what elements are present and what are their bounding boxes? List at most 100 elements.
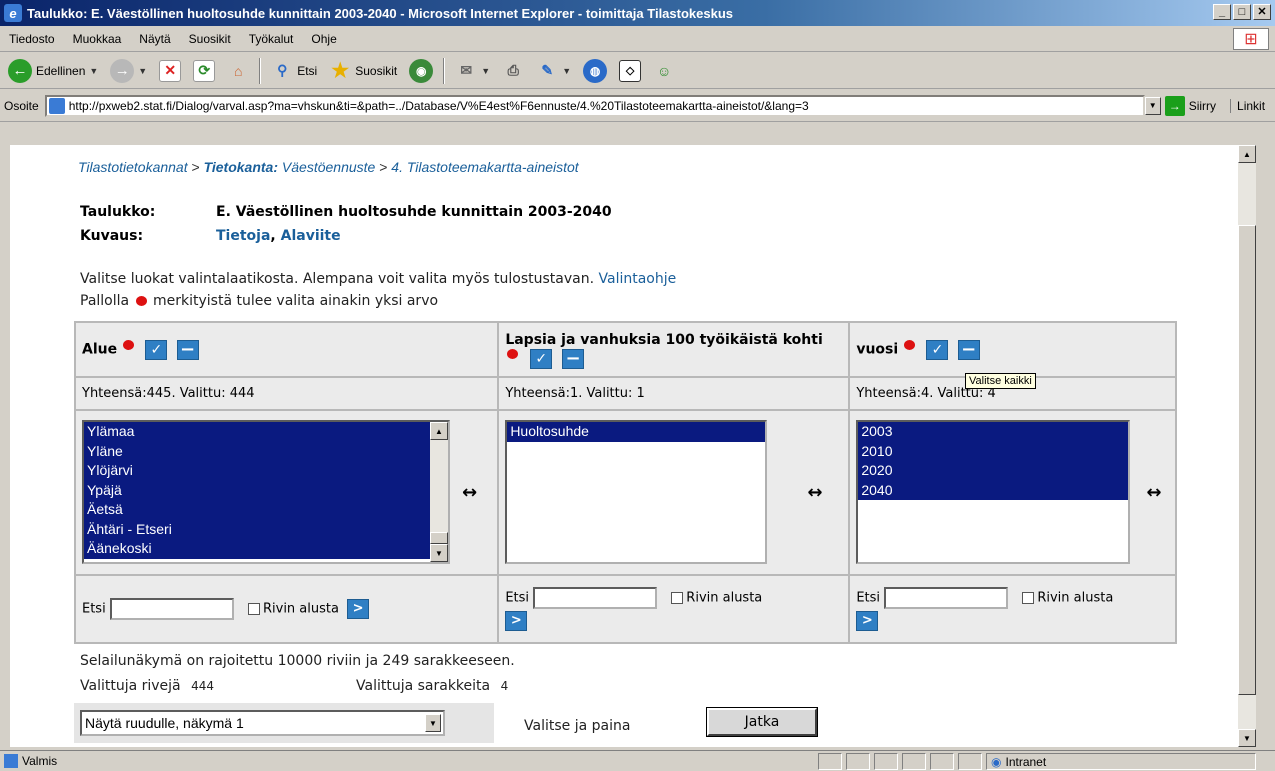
back-label: Edellinen bbox=[36, 63, 86, 78]
menu-edit[interactable]: Muokkaa bbox=[64, 32, 131, 46]
discuss-button[interactable]: ◍ bbox=[577, 55, 613, 87]
deselect-all-button[interactable]: − bbox=[957, 339, 980, 360]
huoltosuhde-listbox[interactable]: Huoltosuhde bbox=[505, 420, 768, 565]
output-select[interactable]: Näytä ruudulle, näkymä 1 ▼ bbox=[80, 710, 445, 736]
research-button[interactable]: ◇ bbox=[613, 55, 647, 87]
search-label: Etsi bbox=[297, 63, 318, 78]
search-cell: Etsi Rivin alusta > bbox=[73, 573, 500, 645]
row-start-checkbox[interactable] bbox=[247, 602, 260, 615]
list-item[interactable]: Yläne bbox=[84, 441, 430, 462]
mail-button[interactable]: ✉ ▼ bbox=[449, 55, 496, 87]
search-button[interactable]: ⚲ Etsi bbox=[265, 55, 323, 87]
deselect-all-button[interactable]: − bbox=[176, 339, 199, 360]
info-link[interactable]: Tietoja bbox=[216, 228, 270, 244]
row-start-checkbox[interactable] bbox=[1022, 591, 1035, 604]
vuosi-listbox[interactable]: 2003 2010 2020 2040 bbox=[856, 420, 1131, 565]
row-start-checkbox[interactable] bbox=[671, 591, 684, 604]
back-button[interactable]: ← Edellinen ▼ bbox=[2, 55, 104, 87]
cols-value: 4 bbox=[500, 679, 509, 693]
breadcrumb-database-link[interactable]: Väestöennuste bbox=[278, 159, 375, 175]
continue-button[interactable]: Jatka bbox=[707, 708, 817, 736]
list-item[interactable]: Ylämaa bbox=[84, 422, 430, 442]
standard-toolbar: ← Edellinen ▼ → ▼ ✕ ⟳ ⌂ ⚲ Etsi ★ Suosiki… bbox=[0, 53, 1275, 89]
select-all-button[interactable]: ✓ bbox=[926, 339, 949, 360]
stop-button[interactable]: ✕ bbox=[153, 55, 187, 87]
maximize-button[interactable]: □ bbox=[1233, 4, 1251, 20]
list-item[interactable]: Ylöjärvi bbox=[84, 461, 430, 481]
edit-button[interactable]: ✎ ▼ bbox=[530, 55, 577, 87]
list-item[interactable]: 2020 bbox=[858, 461, 1129, 481]
listbox-scrollbar[interactable]: ▲ ▼ bbox=[430, 422, 448, 563]
deselect-all-button[interactable]: − bbox=[562, 348, 585, 369]
search-cell: Etsi Rivin alusta > bbox=[497, 573, 851, 645]
menu-help[interactable]: Ohje bbox=[302, 32, 345, 46]
forward-button[interactable]: → ▼ bbox=[104, 55, 153, 87]
media-button[interactable]: ◉ bbox=[403, 55, 439, 87]
page-icon bbox=[48, 97, 65, 114]
breadcrumb-database-label[interactable]: Tietokanta: bbox=[204, 159, 278, 175]
resize-arrows-icon[interactable]: ↔ bbox=[807, 482, 822, 503]
close-button[interactable]: ✕ bbox=[1253, 4, 1271, 20]
search-go-button[interactable]: > bbox=[347, 598, 370, 619]
required-dot-icon bbox=[123, 339, 135, 350]
scroll-up-icon[interactable]: ▲ bbox=[1238, 145, 1256, 163]
refresh-button[interactable]: ⟳ bbox=[187, 55, 221, 87]
research-icon: ◇ bbox=[619, 59, 642, 82]
messenger-button[interactable]: ☺ bbox=[647, 55, 681, 87]
footnote-link[interactable]: Alaviite bbox=[281, 228, 341, 244]
go-label: Siirry bbox=[1188, 98, 1217, 113]
menu-view[interactable]: Näytä bbox=[130, 32, 179, 46]
table-title-row: Taulukko: E. Väestöllinen huoltosuhde ku… bbox=[80, 204, 612, 220]
list-item[interactable]: Ähtäri - Etseri bbox=[84, 519, 430, 540]
scroll-down-icon[interactable]: ▼ bbox=[430, 544, 448, 563]
list-item[interactable]: Äetsä bbox=[84, 500, 430, 520]
mail-dropdown-icon[interactable]: ▼ bbox=[481, 66, 490, 76]
continue-prompt: Valitse ja paina bbox=[524, 718, 631, 734]
forward-dropdown-icon[interactable]: ▼ bbox=[138, 66, 147, 76]
resize-arrows-icon[interactable]: ↔ bbox=[1146, 482, 1161, 503]
scroll-thumb[interactable] bbox=[1238, 225, 1256, 695]
search-input[interactable] bbox=[533, 586, 658, 609]
select-all-button[interactable]: ✓ bbox=[530, 348, 553, 369]
list-item[interactable]: 2003 bbox=[858, 422, 1129, 442]
chevron-down-icon[interactable]: ▼ bbox=[425, 714, 441, 732]
breadcrumb-databases-link[interactable]: Tilastotietokannat bbox=[78, 159, 188, 175]
scroll-thumb[interactable] bbox=[430, 532, 448, 545]
toolbar-separator bbox=[443, 57, 446, 84]
home-button[interactable]: ⌂ bbox=[221, 55, 255, 87]
menu-tools[interactable]: Työkalut bbox=[240, 32, 303, 46]
select-all-button[interactable]: ✓ bbox=[145, 339, 168, 360]
alue-listbox[interactable]: Ylämaa Yläne Ylöjärvi Ypäjä Äetsä Ähtäri… bbox=[82, 420, 450, 565]
window-titlebar: e Taulukko: E. Väestöllinen huoltosuhde … bbox=[0, 0, 1275, 26]
minimize-button[interactable]: _ bbox=[1213, 4, 1231, 20]
links-button[interactable]: Linkit bbox=[1230, 98, 1265, 113]
tooltip: Valitse kaikki bbox=[965, 373, 1036, 389]
menu-file[interactable]: Tiedosto bbox=[0, 32, 64, 46]
scroll-up-icon[interactable]: ▲ bbox=[430, 422, 448, 441]
list-item[interactable]: Ypäjä bbox=[84, 480, 430, 501]
list-item[interactable]: 2010 bbox=[858, 441, 1129, 462]
search-go-button[interactable]: > bbox=[505, 610, 528, 631]
list-item[interactable]: 2040 bbox=[858, 480, 1129, 501]
refresh-icon: ⟳ bbox=[193, 59, 216, 82]
print-button[interactable]: ⎙ bbox=[496, 55, 530, 87]
scroll-down-icon[interactable]: ▼ bbox=[1238, 729, 1256, 747]
list-item[interactable]: Äänekoski bbox=[84, 539, 430, 559]
windows-logo-icon: ⊞ bbox=[1233, 28, 1269, 50]
help-link[interactable]: Valintaohje bbox=[599, 271, 677, 287]
search-input[interactable] bbox=[109, 597, 234, 620]
list-item[interactable]: Huoltosuhde bbox=[507, 422, 766, 442]
breadcrumb-folder-link[interactable]: 4. Tilastoteemakartta-aineistot bbox=[391, 159, 578, 175]
edit-dropdown-icon[interactable]: ▼ bbox=[562, 66, 571, 76]
address-dropdown-icon[interactable]: ▼ bbox=[1144, 96, 1161, 115]
search-input[interactable] bbox=[884, 586, 1009, 609]
search-go-button[interactable]: > bbox=[856, 610, 879, 631]
resize-arrows-icon[interactable]: ↔ bbox=[462, 482, 477, 503]
go-button[interactable]: → Siirry bbox=[1164, 95, 1217, 116]
page-scrollbar[interactable]: ▲ ▼ bbox=[1238, 145, 1256, 747]
menu-favorites[interactable]: Suosikit bbox=[180, 32, 240, 46]
back-dropdown-icon[interactable]: ▼ bbox=[89, 66, 98, 76]
favorites-button[interactable]: ★ Suosikit bbox=[323, 55, 403, 87]
address-input[interactable]: http://pxweb2.stat.fi/Dialog/varval.asp?… bbox=[44, 94, 1145, 117]
menu-bar: Tiedosto Muokkaa Näytä Suosikit Työkalut… bbox=[0, 26, 1275, 52]
